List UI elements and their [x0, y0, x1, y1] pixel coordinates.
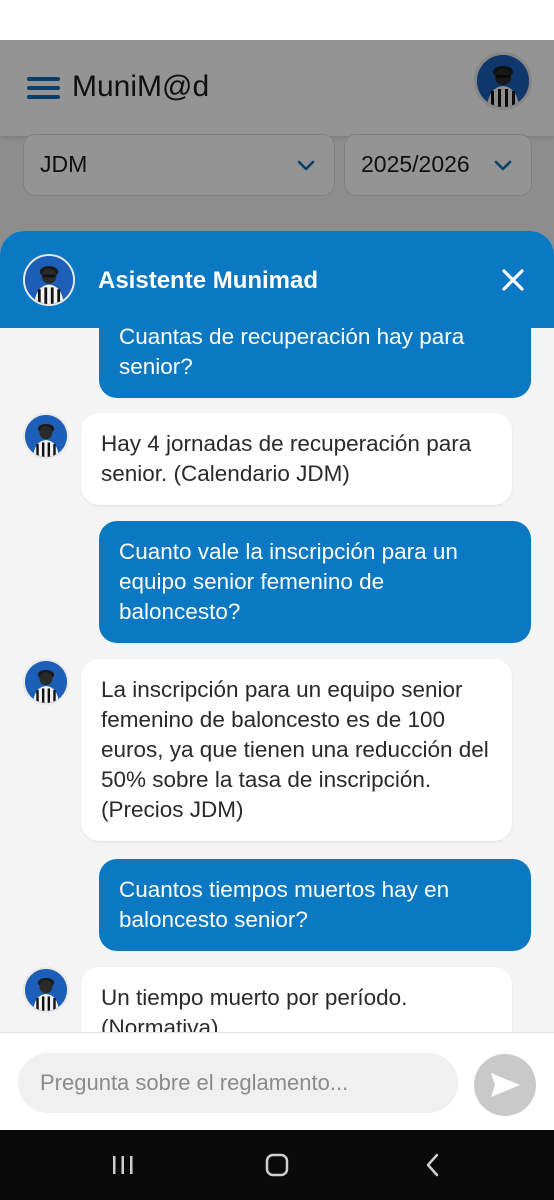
user-message: Cuanto vale la inscripción para un equip… — [99, 521, 531, 643]
close-icon[interactable] — [498, 265, 528, 295]
assistant-avatar — [23, 413, 69, 459]
question-input[interactable] — [18, 1053, 458, 1113]
assistant-avatar — [23, 254, 75, 306]
status-bar — [0, 0, 554, 40]
send-icon — [491, 1073, 520, 1097]
chat-header: Asistente Munimad — [0, 231, 554, 328]
system-nav-bar — [0, 1130, 554, 1200]
assistant-message: Hay 4 jornadas de recuperación para seni… — [81, 413, 512, 505]
assistant-message: Un tiempo muerto por período. (Normativa… — [81, 967, 512, 1032]
assistant-message: La inscripción para un equipo senior fem… — [81, 659, 512, 841]
recents-icon[interactable] — [106, 1148, 140, 1182]
user-message: Cuantos tiempos muertos hay en baloncest… — [99, 859, 531, 951]
user-message: Cuantas de recuperación hay para senior? — [99, 328, 531, 398]
assistant-avatar — [23, 659, 69, 705]
back-icon[interactable] — [416, 1148, 450, 1182]
home-icon[interactable] — [260, 1148, 294, 1182]
assistant-avatar — [23, 967, 69, 1013]
chat-title: Asistente Munimad — [98, 267, 319, 294]
send-button[interactable] — [474, 1054, 536, 1116]
message-list[interactable]: Cuantas de recuperación hay para senior?… — [0, 328, 554, 1032]
chat-input-bar — [0, 1032, 554, 1130]
chat-assistant-sheet: Asistente Munimad Cuantas de recuperació… — [0, 231, 554, 1130]
